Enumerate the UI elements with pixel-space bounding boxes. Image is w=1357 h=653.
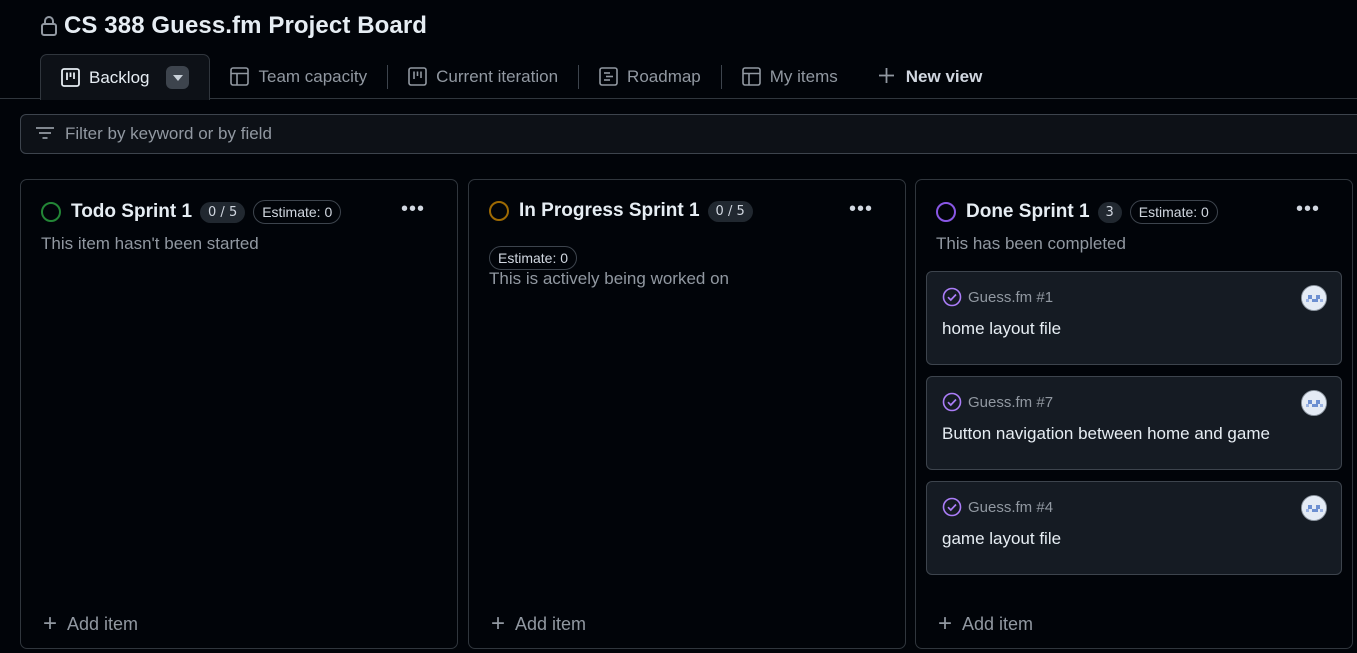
tab-label: Backlog	[89, 67, 150, 87]
column-done: Done Sprint 1 3 Estimate: 0 ••• This has…	[915, 179, 1353, 649]
column-header: Todo Sprint 1 0 / 5 Estimate: 0	[41, 200, 437, 224]
tab-label: Current iteration	[436, 66, 559, 86]
issue-card[interactable]: Guess.fm #7 Button navigation between ho…	[926, 376, 1342, 470]
column-title: Done Sprint 1	[966, 201, 1090, 222]
estimate-badge: Estimate: 0	[253, 200, 342, 224]
tab-my-items[interactable]: My items	[722, 54, 858, 99]
item-count-badge: 3	[1097, 201, 1122, 223]
tab-backlog[interactable]: Backlog	[40, 54, 211, 100]
issue-ref-label: Guess.fm #7	[968, 393, 1054, 411]
tab-label: New view	[905, 66, 983, 86]
tab-current-iteration[interactable]: Current iteration	[388, 54, 578, 99]
issue-ref-label: Guess.fm #4	[968, 498, 1054, 516]
tab-label: My items	[769, 66, 838, 86]
estimate-badge: Estimate: 0	[1129, 200, 1218, 224]
table-icon	[741, 67, 761, 86]
plus-icon: +	[938, 610, 953, 637]
view-options-dropdown[interactable]	[166, 66, 190, 89]
column-menu-button[interactable]: •••	[849, 198, 873, 221]
board-icon	[61, 68, 80, 87]
closed-issue-icon	[942, 392, 962, 412]
item-count-badge: 0 / 5	[707, 200, 753, 222]
view-tabs: Backlog Team capacity Current iteration …	[40, 54, 1003, 100]
title-row: CS 388 Guess.fm Project Board	[40, 12, 427, 40]
filter-input[interactable]	[65, 124, 665, 144]
column-description: This has been completed	[936, 234, 1126, 253]
tab-label: Roadmap	[627, 66, 701, 86]
issue-card[interactable]: Guess.fm #4 game layout file	[926, 481, 1342, 575]
add-item-button[interactable]: + Add item	[491, 612, 586, 636]
tab-roadmap[interactable]: Roadmap	[579, 54, 721, 99]
tab-label: Team capacity	[258, 66, 368, 86]
project-header: CS 388 Guess.fm Project Board Backlog Te…	[0, 0, 1357, 100]
plus-icon	[878, 67, 897, 86]
status-circle-icon	[489, 201, 509, 221]
roadmap-icon	[599, 67, 618, 86]
assignee-avatar[interactable]	[1301, 390, 1327, 416]
status-circle-icon	[41, 202, 61, 222]
column-in-progress: In Progress Sprint 1 0 / 5 Estimate: 0 •…	[468, 179, 906, 649]
new-view-button[interactable]: New view	[858, 54, 1003, 99]
issue-ref-label: Guess.fm #1	[968, 288, 1054, 306]
item-count-badge: 0 / 5	[200, 201, 246, 223]
issue-title[interactable]: game layout file	[942, 529, 1061, 549]
issue-reference[interactable]: Guess.fm #7	[942, 392, 1053, 412]
plus-icon: +	[491, 610, 506, 637]
column-description: This is actively being worked on	[489, 269, 730, 288]
column-menu-button[interactable]: •••	[401, 198, 425, 221]
assignee-avatar[interactable]	[1301, 285, 1327, 311]
add-item-label: Add item	[962, 613, 1034, 634]
column-todo: Todo Sprint 1 0 / 5 Estimate: 0 ••• This…	[20, 179, 458, 649]
add-item-button[interactable]: + Add item	[43, 612, 138, 636]
assignee-avatar[interactable]	[1301, 495, 1327, 521]
column-description: This item hasn't been started	[41, 234, 259, 253]
issue-title[interactable]: home layout file	[942, 319, 1061, 339]
chevron-down-icon	[172, 74, 183, 81]
column-menu-button[interactable]: •••	[1296, 198, 1320, 221]
issue-reference[interactable]: Guess.fm #1	[942, 287, 1053, 307]
estimate-badge: Estimate: 0	[489, 246, 578, 270]
add-item-button[interactable]: + Add item	[938, 612, 1033, 636]
add-item-label: Add item	[515, 613, 587, 634]
closed-issue-icon	[942, 287, 962, 307]
filter-icon	[35, 126, 55, 143]
issue-reference[interactable]: Guess.fm #4	[942, 497, 1053, 517]
table-icon	[230, 67, 250, 86]
project-title: CS 388 Guess.fm Project Board	[64, 12, 428, 39]
closed-issue-icon	[942, 497, 962, 517]
plus-icon: +	[43, 610, 58, 637]
issue-title[interactable]: Button navigation between home and game	[942, 424, 1270, 444]
column-header: In Progress Sprint 1 0 / 5 Estimate: 0	[489, 200, 885, 270]
status-circle-icon	[936, 202, 956, 222]
issue-card[interactable]: Guess.fm #1 home layout file	[926, 271, 1342, 365]
column-title: In Progress Sprint 1	[519, 200, 700, 221]
board-icon	[408, 67, 427, 86]
add-item-label: Add item	[67, 613, 139, 634]
filter-bar	[20, 114, 1357, 154]
lock-icon	[40, 16, 58, 36]
column-title: Todo Sprint 1	[71, 201, 193, 222]
column-header: Done Sprint 1 3 Estimate: 0	[936, 200, 1332, 224]
tab-team-capacity[interactable]: Team capacity	[210, 54, 387, 99]
